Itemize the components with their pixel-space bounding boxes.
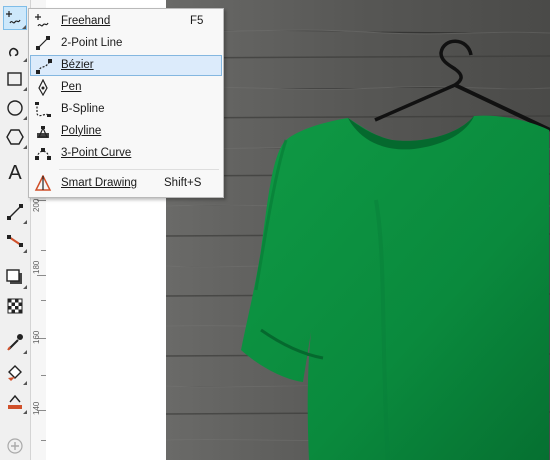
ruler-label: 140 bbox=[32, 401, 41, 415]
toolbox: A bbox=[0, 0, 31, 460]
curve-tools-flyout-menu: Freehand F5 2-Point Line Bézier Pen B-Sp… bbox=[28, 8, 224, 198]
polyline-icon bbox=[37, 126, 49, 138]
menu-item-label: B-Spline bbox=[61, 103, 105, 115]
add-tool-icon[interactable] bbox=[3, 434, 27, 458]
transparency-icon[interactable] bbox=[3, 294, 27, 318]
rectangle-icon[interactable] bbox=[3, 67, 27, 91]
parallel-dimension-icon[interactable] bbox=[3, 200, 27, 224]
menu-item-3-point-curve[interactable]: 3-Point Curve bbox=[30, 143, 222, 164]
interactive-fill-icon[interactable] bbox=[3, 361, 27, 385]
menu-item-label: 2-Point Line bbox=[61, 37, 123, 49]
pen-icon bbox=[38, 79, 48, 96]
freehand-tool-icon[interactable] bbox=[3, 6, 27, 30]
menu-item-label: Bézier bbox=[61, 59, 94, 71]
polygon-icon[interactable] bbox=[3, 125, 27, 149]
text-tool-glyph: A bbox=[8, 161, 22, 184]
artistic-media-icon[interactable] bbox=[3, 38, 27, 62]
ellipse-icon[interactable] bbox=[3, 96, 27, 120]
smart-fill-icon[interactable] bbox=[3, 390, 27, 414]
menu-item-shortcut: F5 bbox=[190, 15, 204, 27]
menu-item-b-spline[interactable]: B-Spline bbox=[30, 99, 222, 120]
menu-item-shortcut: Shift+S bbox=[164, 177, 202, 189]
menu-item-bezier[interactable]: Bézier bbox=[30, 55, 222, 76]
menu-item-label: Pen bbox=[61, 81, 82, 93]
menu-item-pen[interactable]: Pen bbox=[30, 77, 222, 98]
three-point-curve-icon bbox=[35, 148, 51, 160]
ruler-label: 160 bbox=[32, 330, 41, 344]
two-point-line-icon bbox=[36, 36, 50, 50]
smart-drawing-icon bbox=[34, 175, 52, 191]
ruler-label: 200 bbox=[32, 198, 41, 212]
eyedropper-icon[interactable] bbox=[3, 330, 27, 354]
freehand-icon bbox=[35, 14, 49, 27]
menu-item-label: 3-Point Curve bbox=[61, 147, 132, 159]
drop-shadow-icon[interactable] bbox=[3, 265, 27, 289]
b-spline-icon bbox=[35, 102, 51, 117]
menu-item-freehand[interactable]: Freehand F5 bbox=[30, 11, 222, 32]
text-icon[interactable]: A bbox=[3, 161, 27, 185]
menu-item-label: Polyline bbox=[61, 125, 102, 137]
menu-item-label: Smart Drawing bbox=[61, 177, 138, 189]
connector-icon[interactable] bbox=[3, 229, 27, 253]
menu-item-polyline[interactable]: Polyline bbox=[30, 121, 222, 142]
bezier-icon bbox=[36, 59, 52, 74]
menu-item-label: Freehand bbox=[61, 15, 111, 27]
menu-item-smart-drawing[interactable]: Smart Drawing Shift+S bbox=[30, 173, 222, 194]
ruler-label: 180 bbox=[32, 260, 41, 274]
menu-separator bbox=[59, 169, 219, 170]
menu-item-2-point-line[interactable]: 2-Point Line bbox=[30, 33, 222, 54]
